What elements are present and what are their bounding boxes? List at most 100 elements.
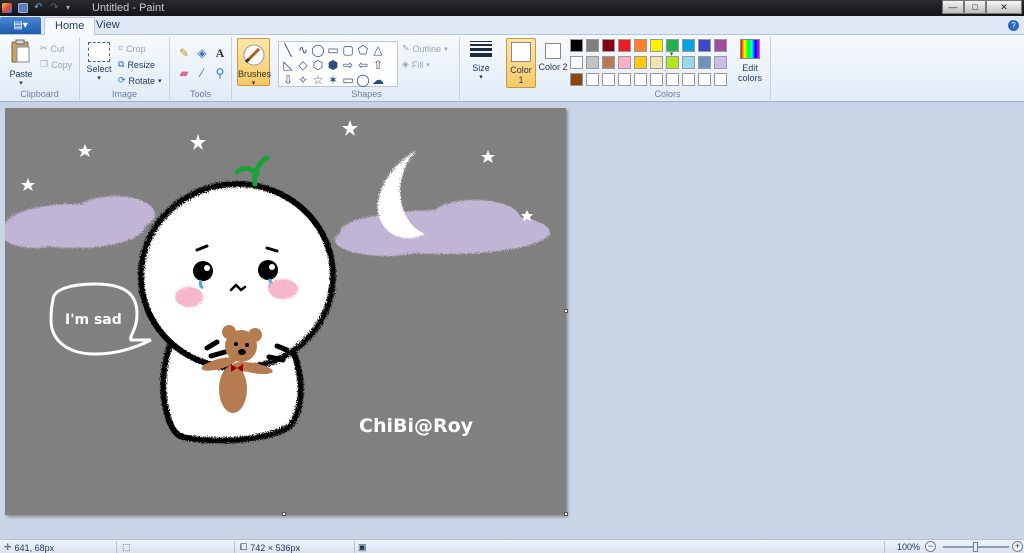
image-size-text: 742 × 536px bbox=[250, 542, 300, 553]
shape-option[interactable]: ◯ bbox=[356, 73, 370, 87]
crop-label: Crop bbox=[126, 43, 146, 54]
resize-label: Resize bbox=[127, 59, 155, 70]
zoom-in-button[interactable]: + bbox=[1012, 541, 1023, 552]
shape-option[interactable]: ☁ bbox=[371, 73, 385, 87]
resize-button[interactable]: ⧉ Resize bbox=[118, 59, 155, 70]
speech-bubble-text: I'm sad bbox=[65, 312, 122, 328]
minimize-button[interactable]: — bbox=[942, 0, 964, 14]
workspace[interactable]: I'm sad ChiBi@Roy bbox=[0, 103, 1024, 539]
artist-signature: ChiBi@Roy bbox=[359, 415, 474, 437]
quick-access-toolbar: ↶ ↷ ▾ bbox=[0, 1, 76, 15]
shape-option[interactable]: ╲ bbox=[281, 43, 295, 57]
star-icon bbox=[190, 134, 206, 150]
cursor-position: ✛ 641, 68px bbox=[4, 542, 54, 553]
shape-option[interactable]: ▭ bbox=[326, 43, 340, 57]
text-tool-icon[interactable]: A bbox=[212, 45, 228, 61]
shape-option[interactable]: ⇩ bbox=[281, 73, 295, 87]
size-button[interactable]: Size ▾ bbox=[468, 39, 494, 87]
color1-button[interactable]: Color 1 bbox=[506, 38, 536, 88]
shape-option[interactable]: ◯ bbox=[311, 43, 325, 57]
select-dropdown-icon[interactable]: ▾ bbox=[84, 74, 114, 82]
image-group-label: Image bbox=[111, 89, 137, 99]
undo-icon[interactable]: ↶ bbox=[34, 3, 44, 13]
rotate-button[interactable]: ⟳ Rotate ▾ bbox=[118, 75, 162, 86]
title-bar: ↶ ↷ ▾ Untitled - Paint — □ ✕ bbox=[0, 0, 1024, 16]
brushes-button[interactable]: Brushes ▾ bbox=[237, 38, 271, 87]
color1-label: Color 1 bbox=[510, 65, 532, 85]
zoom-out-button[interactable]: − bbox=[925, 541, 936, 552]
crop-button[interactable]: ⌗ Crop bbox=[118, 43, 146, 54]
help-icon[interactable]: ? bbox=[1008, 20, 1019, 31]
copy-button[interactable]: ❐ Copy bbox=[40, 59, 72, 70]
star-icon bbox=[78, 144, 92, 157]
shape-option[interactable]: ▭ bbox=[341, 73, 355, 87]
redo-icon[interactable]: ↷ bbox=[50, 3, 60, 13]
select-button[interactable]: Select ▾ bbox=[84, 42, 114, 82]
disk-icon: ▣ bbox=[358, 542, 367, 552]
clipboard-group-label: Clipboard bbox=[20, 89, 59, 99]
customize-qat-icon[interactable]: ▾ bbox=[66, 3, 76, 13]
resize-icon: ⧉ bbox=[118, 59, 125, 69]
shape-option[interactable]: △ bbox=[371, 43, 385, 57]
image-size: ⧠ 742 × 536px bbox=[240, 542, 300, 553]
shape-option[interactable]: ▢ bbox=[341, 43, 355, 57]
shape-option[interactable]: ✶ bbox=[326, 73, 340, 87]
ribbon-tab-row: ▤▾ Home View ? bbox=[0, 16, 1024, 35]
window-title: Untitled - Paint bbox=[92, 2, 165, 14]
shape-option[interactable]: ⬡ bbox=[311, 58, 325, 72]
maximize-button[interactable]: □ bbox=[964, 0, 986, 14]
shape-option[interactable]: ∿ bbox=[296, 43, 310, 57]
zoom-slider-thumb[interactable] bbox=[973, 542, 978, 552]
shape-option[interactable]: ⇨ bbox=[341, 58, 355, 72]
fill-bucket-icon[interactable]: ◈ bbox=[194, 45, 210, 61]
image-group: Select ▾ ⌗ Crop ⧉ Resize ⟳ Rotate ▾ Imag… bbox=[80, 37, 170, 100]
select-label: Select bbox=[86, 64, 112, 74]
shape-option[interactable]: ◺ bbox=[281, 58, 295, 72]
crop-icon: ⌗ bbox=[118, 43, 124, 53]
save-icon[interactable] bbox=[18, 3, 28, 13]
shape-option[interactable]: ⇧ bbox=[371, 58, 385, 72]
canvas-resize-handle-right[interactable] bbox=[564, 309, 568, 313]
shape-option[interactable]: ⇦ bbox=[356, 58, 370, 72]
outline-dropdown-icon: ▾ bbox=[444, 45, 448, 53]
pencil-icon[interactable]: ✎ bbox=[176, 45, 192, 61]
tools-group-label: Tools bbox=[189, 89, 211, 99]
tab-view[interactable]: View bbox=[86, 17, 130, 35]
drawing-canvas[interactable]: I'm sad ChiBi@Roy bbox=[5, 108, 566, 515]
shape-option[interactable]: ⬢ bbox=[326, 58, 340, 72]
paint-app-icon[interactable] bbox=[2, 3, 12, 13]
outline-label: Outline bbox=[412, 43, 442, 54]
selection-size: ⬚ bbox=[122, 542, 134, 553]
selection-size-icon: ⬚ bbox=[122, 542, 131, 552]
canvas-resize-handle-bottom[interactable] bbox=[282, 512, 286, 516]
paste-button[interactable]: Paste ▾ bbox=[6, 39, 36, 87]
eraser-icon[interactable]: ▰ bbox=[176, 65, 192, 81]
tools-group: ✎ ◈ A ▰ ⁄ ⚲ Tools bbox=[170, 37, 232, 100]
brushes-dropdown-icon: ▾ bbox=[251, 80, 256, 87]
color2-button[interactable]: Color 2 bbox=[538, 38, 568, 88]
shape-option[interactable]: ✧ bbox=[296, 73, 310, 87]
fill-button[interactable]: ◈ Fill ▾ bbox=[402, 59, 430, 70]
shape-option[interactable]: ⬠ bbox=[356, 43, 370, 57]
paste-dropdown-icon[interactable]: ▾ bbox=[6, 79, 36, 87]
magnifier-icon[interactable]: ⚲ bbox=[212, 65, 228, 81]
shapes-group-label: Shapes bbox=[351, 89, 382, 99]
rotate-icon: ⟳ bbox=[118, 75, 126, 85]
outline-button[interactable]: ✎ Outline ▾ bbox=[402, 43, 448, 54]
star-icon bbox=[21, 178, 35, 191]
color2-swatch bbox=[545, 43, 561, 59]
canvas-resize-handle-corner[interactable] bbox=[564, 512, 568, 516]
star-icon bbox=[481, 150, 495, 163]
paste-icon bbox=[11, 39, 30, 63]
shape-option[interactable]: ☆ bbox=[311, 73, 325, 87]
close-button[interactable]: ✕ bbox=[986, 0, 1022, 14]
color-picker-icon[interactable]: ⁄ bbox=[194, 65, 210, 81]
copy-icon: ❐ bbox=[40, 59, 49, 69]
cut-button[interactable]: ✂ Cut bbox=[40, 43, 65, 54]
brush-icon bbox=[243, 44, 264, 66]
paint-menu-button[interactable]: ▤▾ bbox=[0, 17, 41, 34]
cut-label: Cut bbox=[50, 43, 65, 54]
right-cloud bbox=[335, 200, 550, 256]
fill-label: Fill bbox=[411, 59, 424, 70]
shape-option[interactable]: ◇ bbox=[296, 58, 310, 72]
